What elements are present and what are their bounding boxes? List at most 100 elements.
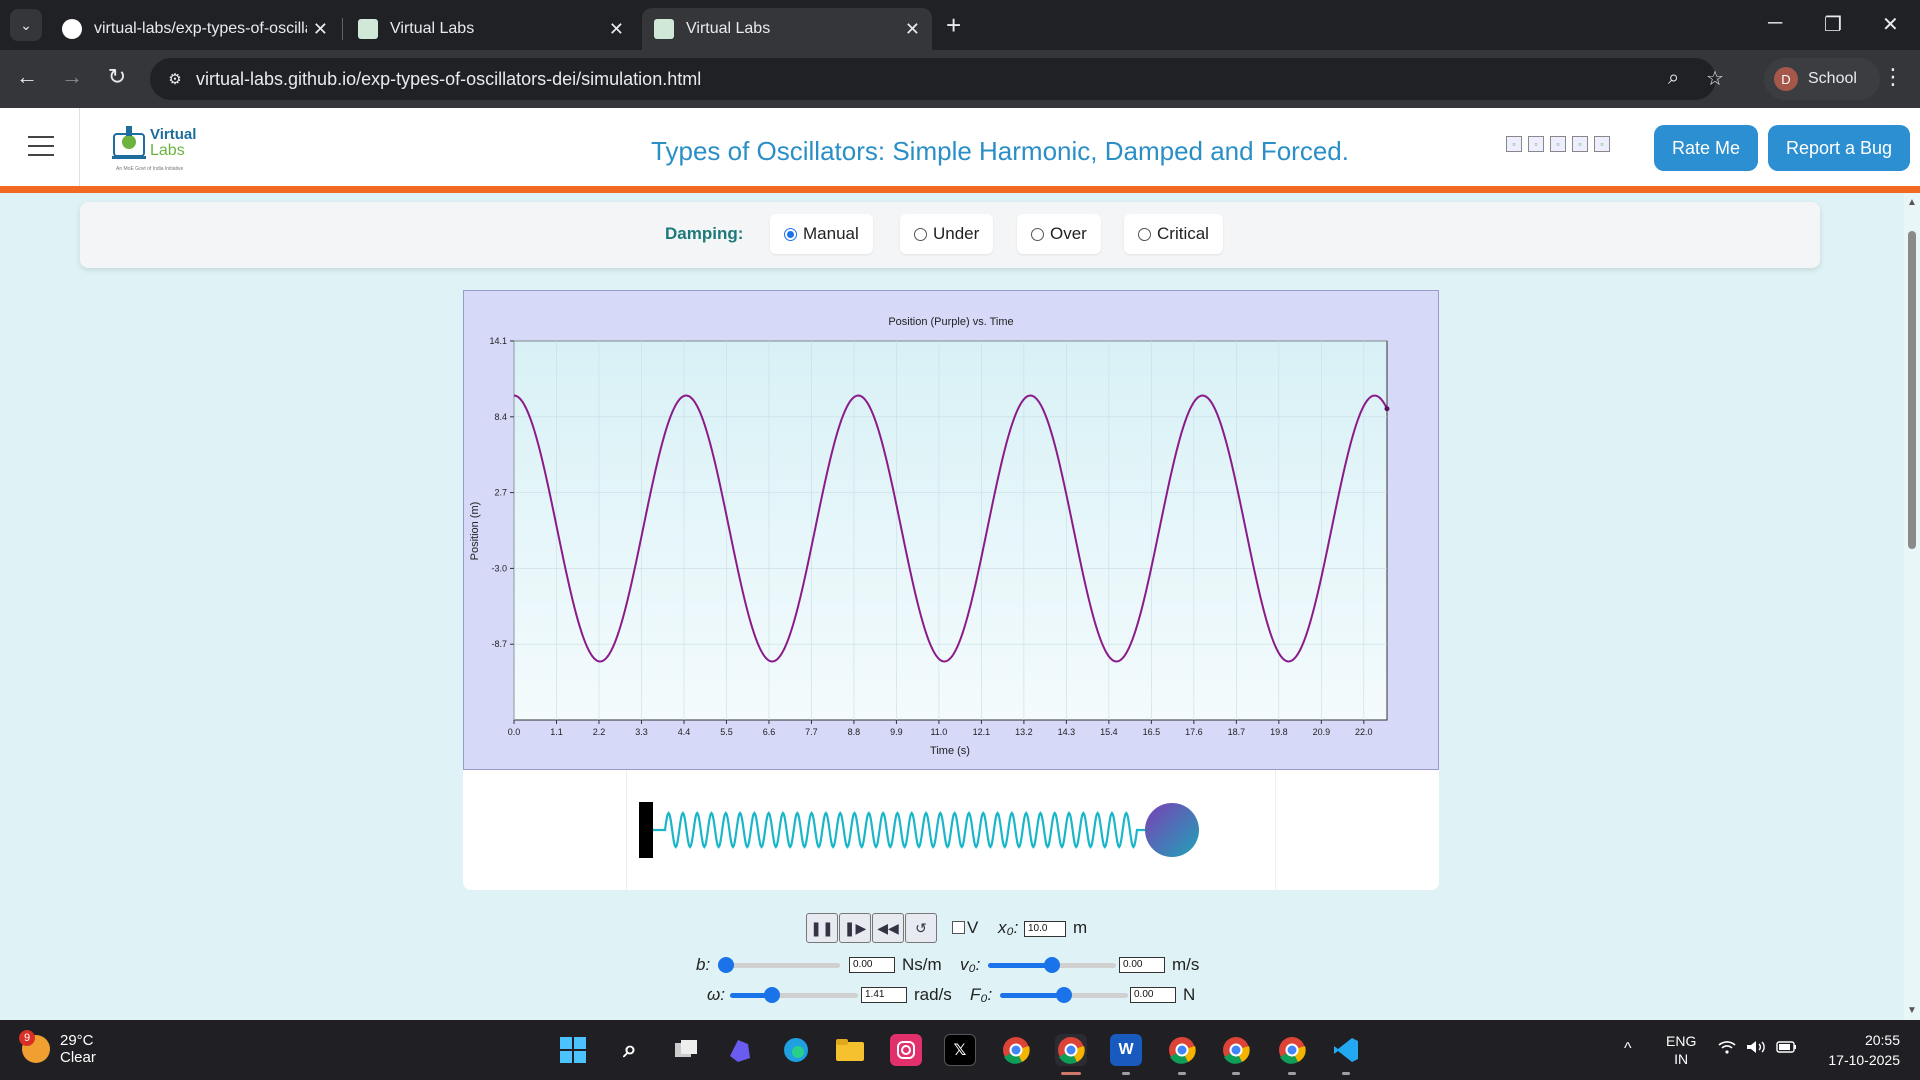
slider-knob[interactable]	[763, 987, 780, 1003]
f0-slider[interactable]	[1000, 987, 1128, 1003]
slider-knob[interactable]	[1056, 987, 1072, 1003]
x-app-icon[interactable]: 𝕏	[944, 1034, 976, 1066]
x-tick-label: 17.6	[1185, 727, 1203, 737]
velocity-checkbox[interactable]	[952, 921, 965, 934]
vscode-icon[interactable]	[1330, 1034, 1362, 1066]
instagram-icon[interactable]	[890, 1034, 922, 1066]
page-scrollbar[interactable]: ▲ ▼	[1904, 193, 1920, 1020]
reset-button[interactable]: ↺	[905, 913, 937, 943]
damping-option-manual[interactable]: Manual	[770, 214, 873, 254]
chrome-icon[interactable]	[1000, 1034, 1032, 1066]
bookmark-star-icon[interactable]: ☆	[1706, 66, 1724, 91]
virtual-labs-logo[interactable]: Virtual Labs An MoE Govt of India Initia…	[110, 120, 202, 174]
close-tab-icon[interactable]: ✕	[313, 19, 328, 40]
edge-icon[interactable]	[780, 1034, 812, 1066]
language-indicator[interactable]: ENG IN	[1666, 1032, 1696, 1068]
profile-button[interactable]: D School	[1764, 58, 1880, 100]
restore-icon[interactable]: ❐	[1824, 12, 1842, 37]
virtual-labs-icon	[358, 19, 378, 39]
tab-github[interactable]: virtual-labs/exp-types-of-oscilla ✕	[50, 8, 340, 50]
scroll-up-arrow-icon[interactable]: ▲	[1907, 197, 1917, 208]
rate-me-button[interactable]: Rate Me	[1654, 125, 1758, 171]
radio[interactable]	[1031, 227, 1044, 241]
rewind-button[interactable]: ◀◀	[872, 913, 904, 943]
notification-badge: 9	[19, 1030, 35, 1046]
url-text[interactable]: virtual-labs.github.io/exp-types-of-osci…	[196, 69, 701, 90]
step-button[interactable]: ❚▶	[839, 913, 871, 943]
browser-menu-icon[interactable]: ⋮	[1882, 64, 1904, 90]
f0-input[interactable]: 0.00	[1130, 987, 1176, 1003]
weather-widget[interactable]: 9 29°C Clear	[19, 1030, 96, 1066]
region-code: IN	[1674, 1051, 1689, 1067]
broken-image-icons: ▫ ▫ ▫ ▫ ▫	[1506, 136, 1610, 152]
close-tab-icon[interactable]: ✕	[609, 19, 624, 40]
omega-unit: rad/s	[914, 985, 952, 1004]
battery-icon[interactable]	[1776, 1040, 1798, 1057]
weather-description: Clear	[60, 1049, 96, 1066]
chrome-profile-d-icon[interactable]	[1055, 1034, 1087, 1066]
x0-label: x₀:	[998, 918, 1019, 937]
copilot-icon[interactable]	[724, 1034, 756, 1066]
x-tick-label: 18.7	[1228, 727, 1246, 737]
running-app-indicator	[1342, 1072, 1350, 1075]
oscillator-mass[interactable]	[1145, 803, 1199, 857]
logo-text-virtual: Virtual	[150, 126, 197, 143]
tab-virtual-labs-active[interactable]: Virtual Labs ✕	[642, 8, 932, 50]
search-icon[interactable]: ⌕	[614, 1034, 646, 1066]
reload-icon[interactable]: ↻	[102, 64, 132, 90]
x-tick-label: 3.3	[635, 727, 648, 737]
file-explorer-icon[interactable]	[834, 1034, 866, 1066]
pause-button[interactable]: ❚❚	[806, 913, 838, 943]
position-marker	[1384, 406, 1390, 412]
omega-input[interactable]: 1.41	[861, 987, 907, 1003]
b-slider[interactable]	[718, 957, 840, 973]
zoom-icon[interactable]: ⌕	[1668, 67, 1679, 90]
tab-virtual-labs-1[interactable]: Virtual Labs ✕	[346, 8, 636, 50]
wifi-icon[interactable]	[1718, 1040, 1736, 1057]
radio[interactable]	[1138, 227, 1151, 241]
scroll-down-arrow-icon[interactable]: ▼	[1907, 1005, 1917, 1016]
minimize-icon[interactable]: ─	[1768, 12, 1782, 35]
running-app-indicator	[1122, 1072, 1130, 1075]
windows-start-icon[interactable]	[557, 1034, 589, 1066]
damping-option-under[interactable]: Under	[900, 214, 994, 254]
omega-slider[interactable]	[730, 987, 858, 1003]
github-icon	[62, 19, 82, 39]
logo-text-labs: Labs	[150, 142, 185, 159]
chrome-profile-p-icon[interactable]	[1220, 1034, 1252, 1066]
close-window-icon[interactable]: ✕	[1882, 12, 1899, 37]
slider-knob[interactable]	[1044, 957, 1060, 973]
task-view-icon[interactable]	[670, 1034, 702, 1066]
header-divider	[79, 108, 80, 186]
damping-option-critical[interactable]: Critical	[1124, 214, 1223, 254]
close-tab-icon[interactable]: ✕	[905, 19, 920, 40]
v0-input[interactable]: 0.00	[1119, 957, 1165, 973]
back-arrow-icon[interactable]: ←	[12, 64, 42, 90]
volume-icon[interactable]	[1746, 1040, 1766, 1057]
broken-image-icon: ▫	[1594, 136, 1610, 152]
b-input[interactable]: 0.00	[849, 957, 895, 973]
radio-selected[interactable]	[784, 227, 797, 241]
system-clock[interactable]: 20:55 17-10-2025	[1810, 1030, 1900, 1070]
chrome-profile-icon[interactable]	[1166, 1034, 1198, 1066]
address-bar[interactable]: ⚙ virtual-labs.github.io/exp-types-of-os…	[150, 58, 1724, 100]
v0-slider[interactable]	[988, 957, 1116, 973]
chart-title: Position (Purple) vs. Time	[888, 316, 1013, 328]
tab-search-dropdown-icon[interactable]: ⌄	[10, 9, 42, 41]
radio[interactable]	[914, 227, 927, 241]
word-icon[interactable]: W	[1110, 1034, 1142, 1066]
x-tick-label: 12.1	[973, 727, 991, 737]
browser-toolbar: ← → ↻ ⚙ virtual-labs.github.io/exp-types…	[0, 50, 1920, 108]
slider-knob[interactable]	[718, 957, 734, 973]
hamburger-menu-icon[interactable]	[28, 136, 54, 158]
new-tab-button[interactable]: +	[946, 12, 961, 38]
scroll-thumb[interactable]	[1908, 231, 1916, 549]
x0-input[interactable]: 10.0	[1024, 921, 1066, 937]
damping-option-over[interactable]: Over	[1017, 214, 1101, 254]
broken-image-icon: ▫	[1506, 136, 1522, 152]
report-bug-button[interactable]: Report a Bug	[1768, 125, 1910, 171]
chrome-profile-icon[interactable]	[1276, 1034, 1308, 1066]
show-hidden-icons-chevron-icon[interactable]: ^	[1624, 1040, 1632, 1058]
site-info-icon[interactable]: ⚙	[162, 66, 188, 92]
forward-arrow-icon[interactable]: →	[57, 64, 87, 90]
